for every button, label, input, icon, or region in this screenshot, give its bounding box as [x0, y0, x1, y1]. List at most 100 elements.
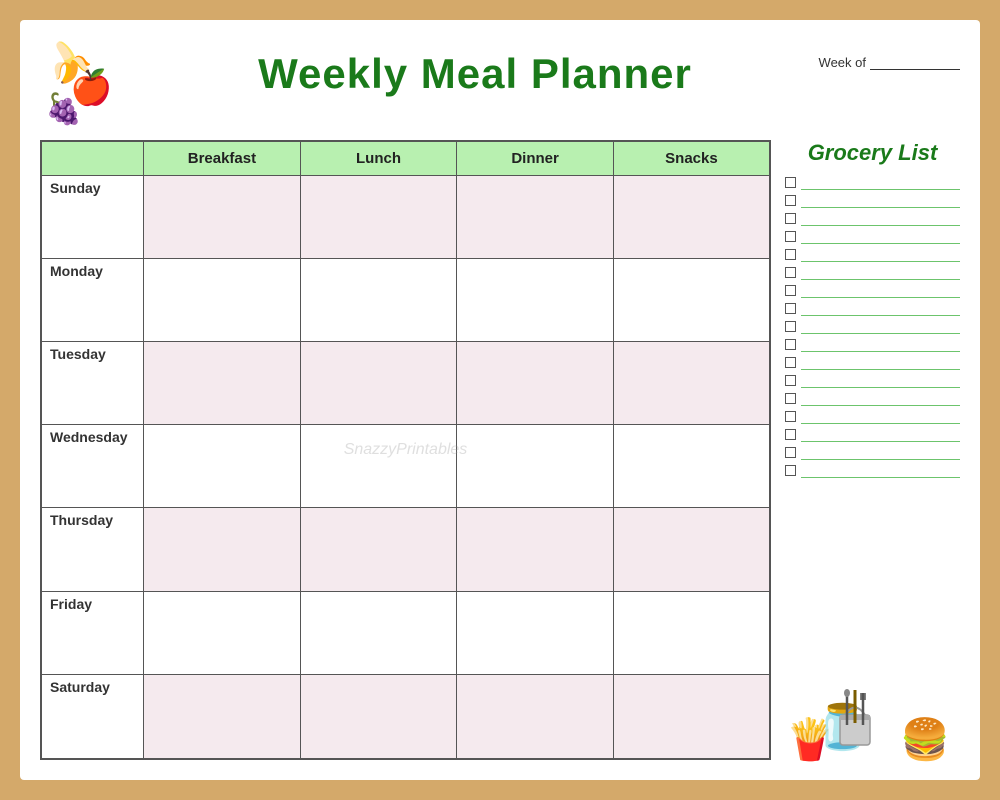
table-row: Friday [41, 591, 770, 674]
table-row: Wednesday [41, 425, 770, 508]
monday-snacks[interactable] [613, 259, 770, 342]
wednesday-snacks[interactable] [613, 425, 770, 508]
checkbox-5[interactable] [785, 249, 796, 260]
table-row: Tuesday [41, 342, 770, 425]
item-line-9 [801, 318, 960, 334]
wednesday-lunch[interactable] [300, 425, 457, 508]
saturday-snacks[interactable] [613, 674, 770, 759]
burger-icon: 🍔 [900, 720, 950, 760]
list-item[interactable] [785, 192, 960, 208]
day-wednesday: Wednesday [41, 425, 144, 508]
friday-lunch[interactable] [300, 591, 457, 674]
tuesday-dinner[interactable] [457, 342, 614, 425]
monday-dinner[interactable] [457, 259, 614, 342]
sunday-lunch[interactable] [300, 176, 457, 259]
checkbox-13[interactable] [785, 393, 796, 404]
item-line-4 [801, 228, 960, 244]
checkbox-6[interactable] [785, 267, 796, 278]
tuesday-lunch[interactable] [300, 342, 457, 425]
list-item[interactable] [785, 444, 960, 460]
planner-table-wrap: SnazzyPrintables Breakfast Lunch Dinner … [40, 140, 771, 760]
grocery-items-list [785, 174, 960, 674]
item-line-12 [801, 372, 960, 388]
checkbox-15[interactable] [785, 429, 796, 440]
planner-table: Breakfast Lunch Dinner Snacks Sunday [40, 140, 771, 760]
friday-dinner[interactable] [457, 591, 614, 674]
table-row: Thursday [41, 508, 770, 591]
list-item[interactable] [785, 282, 960, 298]
wednesday-breakfast[interactable] [144, 425, 301, 508]
day-saturday: Saturday [41, 674, 144, 759]
thursday-snacks[interactable] [613, 508, 770, 591]
item-line-5 [801, 246, 960, 262]
grocery-list-panel: Grocery List [785, 140, 960, 760]
saturday-lunch[interactable] [300, 674, 457, 759]
friday-breakfast[interactable] [144, 591, 301, 674]
list-item[interactable] [785, 354, 960, 370]
day-friday: Friday [41, 591, 144, 674]
corner-header [41, 141, 144, 176]
checkbox-11[interactable] [785, 357, 796, 368]
list-item[interactable] [785, 318, 960, 334]
sunday-dinner[interactable] [457, 176, 614, 259]
wednesday-dinner[interactable] [457, 425, 614, 508]
week-of-area: Week of [800, 40, 960, 70]
day-monday: Monday [41, 259, 144, 342]
thursday-lunch[interactable] [300, 508, 457, 591]
checkbox-1[interactable] [785, 177, 796, 188]
list-item[interactable] [785, 462, 960, 478]
grocery-list-title: Grocery List [785, 140, 960, 166]
utensil-holder-svg [825, 685, 885, 755]
col-snacks: Snacks [613, 141, 770, 176]
checkbox-8[interactable] [785, 303, 796, 314]
week-of-input-line [870, 56, 960, 70]
checkbox-10[interactable] [785, 339, 796, 350]
checkbox-16[interactable] [785, 447, 796, 458]
tuesday-snacks[interactable] [613, 342, 770, 425]
thursday-dinner[interactable] [457, 508, 614, 591]
list-item[interactable] [785, 174, 960, 190]
thursday-breakfast[interactable] [144, 508, 301, 591]
saturday-dinner[interactable] [457, 674, 614, 759]
friday-snacks[interactable] [613, 591, 770, 674]
item-line-1 [801, 174, 960, 190]
main-content: SnazzyPrintables Breakfast Lunch Dinner … [40, 140, 960, 760]
item-line-7 [801, 282, 960, 298]
list-item[interactable] [785, 264, 960, 280]
list-item[interactable] [785, 372, 960, 388]
item-line-8 [801, 300, 960, 316]
list-item[interactable] [785, 246, 960, 262]
checkbox-12[interactable] [785, 375, 796, 386]
sunday-breakfast[interactable] [144, 176, 301, 259]
table-row: Saturday [41, 674, 770, 759]
tuesday-breakfast[interactable] [144, 342, 301, 425]
checkbox-17[interactable] [785, 465, 796, 476]
checkbox-9[interactable] [785, 321, 796, 332]
checkbox-4[interactable] [785, 231, 796, 242]
checkbox-14[interactable] [785, 411, 796, 422]
monday-breakfast[interactable] [144, 259, 301, 342]
item-line-17 [801, 462, 960, 478]
list-item[interactable] [785, 300, 960, 316]
item-line-16 [801, 444, 960, 460]
checkbox-3[interactable] [785, 213, 796, 224]
list-item[interactable] [785, 408, 960, 424]
list-item[interactable] [785, 426, 960, 442]
list-item[interactable] [785, 228, 960, 244]
item-line-11 [801, 354, 960, 370]
list-item[interactable] [785, 210, 960, 226]
day-thursday: Thursday [41, 508, 144, 591]
sunday-snacks[interactable] [613, 176, 770, 259]
week-of-label: Week of [819, 55, 866, 70]
checkbox-2[interactable] [785, 195, 796, 206]
day-sunday: Sunday [41, 176, 144, 259]
monday-lunch[interactable] [300, 259, 457, 342]
list-item[interactable] [785, 390, 960, 406]
checkbox-7[interactable] [785, 285, 796, 296]
table-row: Monday [41, 259, 770, 342]
list-item[interactable] [785, 336, 960, 352]
table-header-row: Breakfast Lunch Dinner Snacks [41, 141, 770, 176]
item-line-14 [801, 408, 960, 424]
item-line-15 [801, 426, 960, 442]
saturday-breakfast[interactable] [144, 674, 301, 759]
